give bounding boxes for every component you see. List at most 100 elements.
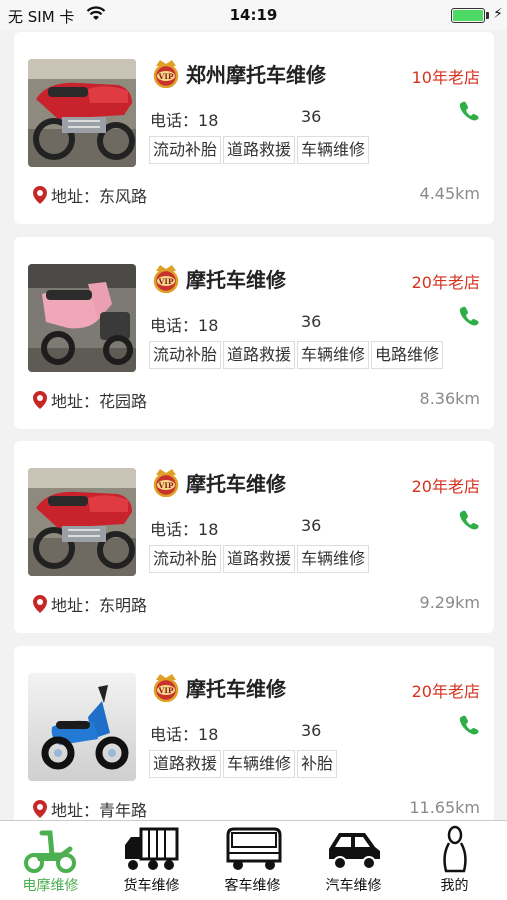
phone-line: 电话：18 36 — [150, 516, 321, 540]
phone-label: 电话： — [150, 520, 199, 539]
location-pin-icon — [32, 594, 48, 614]
phone-start: 18 — [198, 111, 219, 130]
address-line: 地址： 东明路 — [32, 592, 147, 616]
phone-call-icon[interactable] — [458, 509, 480, 531]
battery-tip — [486, 12, 489, 19]
address-value: 青年路 — [99, 801, 148, 820]
phone-call-icon[interactable] — [458, 714, 480, 736]
shop-card[interactable]: VIP 摩托车维修 20年老店 电话：18 36 流动补胎 道路救援 车辆维修 地址… — [14, 441, 494, 633]
truck-icon — [125, 827, 179, 870]
phone-line: 电话：18 36 — [150, 107, 321, 131]
location-pin-icon — [32, 799, 48, 819]
address-value: 花园路 — [99, 392, 148, 411]
shop-name: 摩托车维修 — [186, 677, 286, 701]
svg-text:VIP: VIP — [158, 72, 174, 81]
address-label: 地址： — [51, 392, 100, 411]
shop-age-badge: 10年老店 — [411, 68, 480, 87]
vip-badge-icon: VIP — [150, 672, 182, 703]
service-tag: 道路救援 — [149, 750, 222, 778]
service-tag: 车辆维修 — [223, 750, 296, 778]
vip-badge-icon: VIP — [150, 467, 182, 498]
vip-badge-icon: VIP — [150, 58, 182, 89]
service-tag: 流动补胎 — [149, 136, 222, 164]
shop-photo — [28, 59, 136, 167]
svg-text:VIP: VIP — [158, 277, 174, 286]
tab-electric-moto[interactable]: 电摩维修 — [0, 821, 101, 900]
phone-start: 18 — [198, 725, 219, 744]
phone-call-icon[interactable] — [458, 100, 480, 122]
address-line: 地址： 东风路 — [32, 183, 147, 207]
shop-name: 郑州摩托车维修 — [186, 63, 326, 87]
service-tag: 道路救援 — [223, 341, 296, 369]
phone-end: 36 — [301, 516, 322, 535]
shop-photo — [28, 468, 136, 576]
address-line: 地址： 青年路 — [32, 797, 147, 820]
tab-label: 我的 — [440, 878, 469, 894]
tab-car[interactable]: 汽车维修 — [303, 821, 404, 900]
service-tags: 流动补胎 道路救援 车辆维修 电路维修 — [149, 341, 445, 369]
service-tag: 车辆维修 — [297, 545, 370, 573]
phone-end: 36 — [301, 107, 322, 126]
distance: 4.45km — [419, 184, 480, 203]
address-value: 东风路 — [99, 187, 148, 206]
address-label: 地址： — [51, 187, 100, 206]
shop-photo — [28, 264, 136, 372]
address-label: 地址： — [51, 596, 100, 615]
service-tag: 补胎 — [297, 750, 338, 778]
status-bar: 无 SIM 卡 14:19 ⚡ — [0, 0, 507, 30]
service-tag: 道路救援 — [223, 136, 296, 164]
phone-end: 36 — [301, 721, 322, 740]
shop-card[interactable]: VIP 摩托车维修 20年老店 电话：18 36 道路救援 车辆维修 补胎 地址： … — [14, 646, 494, 820]
service-tag: 流动补胎 — [149, 545, 222, 573]
distance: 11.65km — [409, 798, 480, 817]
service-tag: 车辆维修 — [297, 136, 370, 164]
service-tags: 流动补胎 道路救援 车辆维修 — [149, 545, 371, 573]
phone-label: 电话： — [150, 316, 199, 335]
phone-label: 电话： — [150, 725, 199, 744]
address-label: 地址： — [51, 801, 100, 820]
tab-truck[interactable]: 货车维修 — [101, 821, 202, 900]
tab-label: 电摩维修 — [22, 878, 79, 894]
car-icon — [329, 833, 380, 870]
svg-text:VIP: VIP — [158, 481, 174, 490]
tab-label: 货车维修 — [123, 878, 180, 894]
shop-card[interactable]: VIP 郑州摩托车维修 10年老店 电话：18 36 流动补胎 道路救援 车辆维修 … — [14, 32, 494, 224]
phone-line: 电话：18 36 — [150, 312, 321, 336]
shop-age-badge: 20年老店 — [411, 273, 480, 292]
shop-list[interactable]: VIP 郑州摩托车维修 10年老店 电话：18 36 流动补胎 道路救援 车辆维修 … — [0, 30, 507, 820]
bus-icon — [226, 827, 282, 870]
phone-label: 电话： — [150, 111, 199, 130]
service-tag: 流动补胎 — [149, 341, 222, 369]
shop-name: 摩托车维修 — [186, 268, 286, 292]
phone-call-icon[interactable] — [458, 305, 480, 327]
tab-bar: 电摩维修 货车维修 客车维修 汽车维修 我的 — [0, 820, 507, 900]
person-icon — [443, 825, 467, 873]
scooter-icon — [24, 830, 76, 873]
vip-badge-icon: VIP — [150, 263, 182, 294]
tab-label: 汽车维修 — [325, 878, 382, 894]
shop-age-badge: 20年老店 — [411, 477, 480, 496]
phone-start: 18 — [198, 520, 219, 539]
service-tags: 流动补胎 道路救援 车辆维修 — [149, 136, 371, 164]
phone-start: 18 — [198, 316, 219, 335]
location-pin-icon — [32, 390, 48, 410]
tab-mine[interactable]: 我的 — [404, 821, 505, 900]
tab-bus[interactable]: 客车维修 — [202, 821, 303, 900]
tab-label: 客车维修 — [224, 878, 281, 894]
location-pin-icon — [32, 185, 48, 205]
phone-end: 36 — [301, 312, 322, 331]
phone-line: 电话：18 36 — [150, 721, 321, 745]
clock: 14:19 — [229, 6, 278, 24]
battery-icon — [451, 8, 485, 23]
shop-card[interactable]: VIP 摩托车维修 20年老店 电话：18 36 流动补胎 道路救援 车辆维修 电路维… — [14, 237, 494, 429]
charging-icon: ⚡ — [493, 6, 503, 22]
address-value: 东明路 — [99, 596, 148, 615]
address-line: 地址： 花园路 — [32, 388, 147, 412]
service-tag: 车辆维修 — [297, 341, 370, 369]
distance: 9.29km — [419, 593, 480, 612]
service-tags: 道路救援 车辆维修 补胎 — [149, 750, 339, 778]
distance: 8.36km — [419, 389, 480, 408]
shop-age-badge: 20年老店 — [411, 682, 480, 701]
service-tag: 电路维修 — [371, 341, 444, 369]
service-tag: 道路救援 — [223, 545, 296, 573]
